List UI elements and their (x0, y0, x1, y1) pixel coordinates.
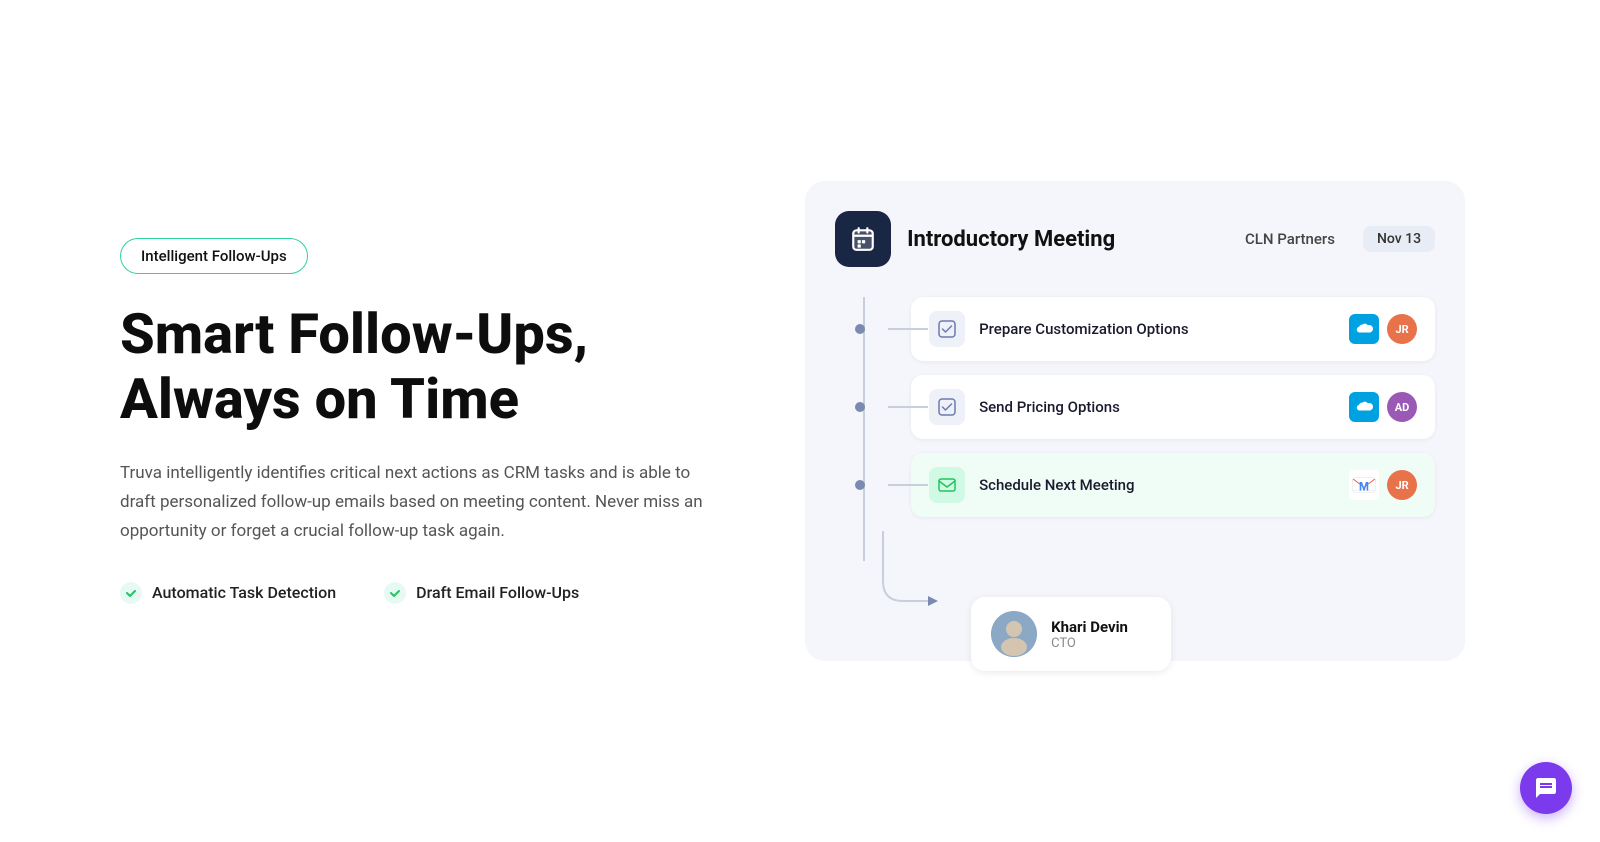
salesforce-icon-0 (1349, 314, 1379, 344)
contact-avatar (991, 611, 1037, 657)
check-icon-1 (384, 582, 406, 604)
avatar-jr-0: JR (1387, 314, 1417, 344)
task-row-1: Send Pricing Options AD (855, 375, 1435, 439)
chat-button[interactable] (1520, 762, 1572, 814)
contact-name: Khari Devin (1051, 618, 1128, 636)
feature-label-1: Draft Email Follow-Ups (416, 583, 579, 602)
timeline-connector-0 (888, 328, 928, 330)
task-row-0: Prepare Customization Options JR (855, 297, 1435, 361)
meeting-card: Introductory Meeting CLN Partners Nov 13 (805, 181, 1465, 661)
meeting-title: Introductory Meeting (907, 227, 1229, 252)
task-card-2: Schedule Next Meeting M (911, 453, 1435, 517)
gmail-icon-2: M (1349, 470, 1379, 500)
contact-card: Khari Devin CTO (971, 597, 1171, 671)
avatar-ad-1: AD (1387, 392, 1417, 422)
task-icon-0 (929, 311, 965, 347)
features-list: Automatic Task Detection Draft Email Fol… (120, 582, 790, 604)
description: Truva intelligently identifies critical … (120, 459, 720, 546)
headline: Smart Follow-Ups, Always on Time (120, 302, 790, 431)
task-card-1: Send Pricing Options AD (911, 375, 1435, 439)
contact-title: CTO (1051, 636, 1128, 651)
timeline: Prepare Customization Options JR (835, 297, 1435, 621)
check-icon-0 (120, 582, 142, 604)
curved-arrow (873, 531, 973, 621)
timeline-bottom: Khari Devin CTO (855, 531, 1435, 621)
task-integrations-1: AD (1349, 392, 1417, 422)
svg-text:M: M (1359, 480, 1369, 494)
task-icon-2 (929, 467, 965, 503)
task-icon-1 (929, 389, 965, 425)
timeline-dot-1 (855, 402, 865, 412)
feature-item-0: Automatic Task Detection (120, 582, 336, 604)
timeline-connector-2 (888, 484, 928, 486)
task-label-1: Send Pricing Options (979, 398, 1335, 416)
meeting-header: Introductory Meeting CLN Partners Nov 13 (835, 211, 1435, 267)
badge-label: Intelligent Follow-Ups (141, 247, 287, 265)
timeline-connector-1 (888, 406, 928, 408)
headline-line2: Always on Time (120, 366, 519, 432)
right-panel: Introductory Meeting CLN Partners Nov 13 (790, 181, 1480, 661)
contact-info: Khari Devin CTO (1051, 618, 1128, 651)
task-integrations-2: M JR (1349, 470, 1417, 500)
task-label-2: Schedule Next Meeting (979, 476, 1335, 494)
calendar-icon (835, 211, 891, 267)
feature-item-1: Draft Email Follow-Ups (384, 582, 579, 604)
avatar-jr-2: JR (1387, 470, 1417, 500)
feature-label-0: Automatic Task Detection (152, 583, 336, 602)
timeline-dot-0 (855, 324, 865, 334)
task-label-0: Prepare Customization Options (979, 320, 1335, 338)
meeting-date: Nov 13 (1363, 226, 1435, 252)
headline-line1: Smart Follow-Ups, (120, 301, 588, 367)
meeting-company: CLN Partners (1245, 230, 1335, 248)
timeline-dot-2 (855, 480, 865, 490)
badge: Intelligent Follow-Ups (120, 238, 308, 274)
left-panel: Intelligent Follow-Ups Smart Follow-Ups,… (120, 238, 790, 603)
task-integrations-0: JR (1349, 314, 1417, 344)
salesforce-icon-1 (1349, 392, 1379, 422)
task-row-2: Schedule Next Meeting M (855, 453, 1435, 517)
task-card-0: Prepare Customization Options JR (911, 297, 1435, 361)
